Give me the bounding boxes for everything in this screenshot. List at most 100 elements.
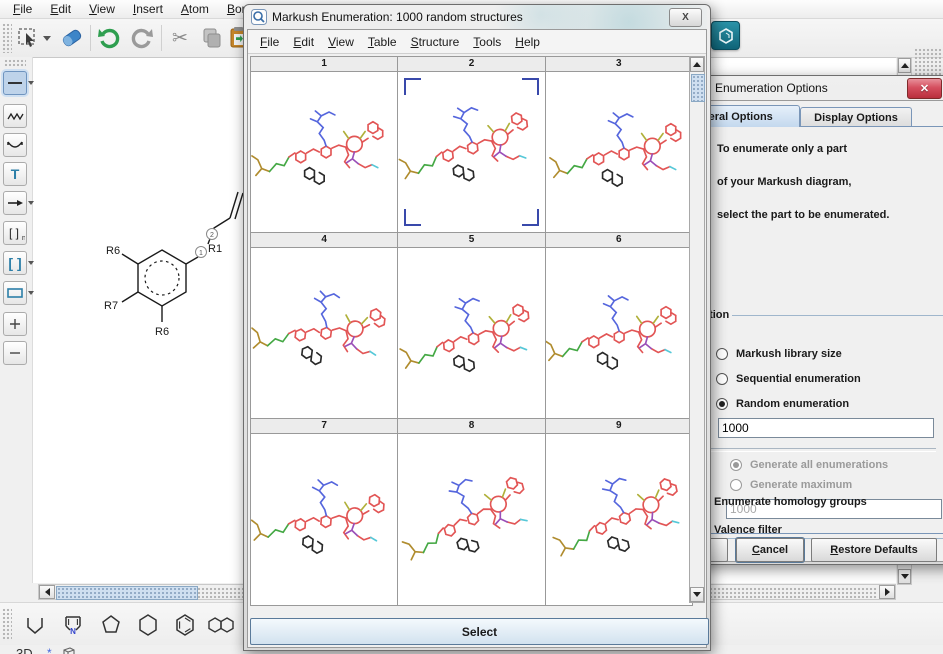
mk-menu-table[interactable]: Table <box>362 34 403 50</box>
cell-header-7[interactable]: 7 <box>251 419 398 433</box>
structure-panel-button[interactable] <box>711 21 740 50</box>
r-label[interactable]: R6 <box>155 326 169 338</box>
hscroll-right-button[interactable] <box>879 585 895 599</box>
brackets-tool-caret[interactable] <box>28 261 34 265</box>
rectangle-tool[interactable] <box>3 281 27 305</box>
mk-menu-structure[interactable]: Structure <box>405 34 466 50</box>
radio-sequential-enumeration[interactable]: Sequential enumeration <box>716 373 861 385</box>
select-button[interactable]: Select <box>250 618 709 645</box>
repeat-brackets-tool[interactable]: [ ]n <box>3 221 27 245</box>
vscroll-down-button[interactable] <box>898 569 911 584</box>
radio-icon[interactable] <box>716 373 728 385</box>
mk-menu-help[interactable]: Help <box>509 34 546 50</box>
mk-menu-view[interactable]: View <box>322 34 360 50</box>
cell-header-8[interactable]: 8 <box>398 419 545 433</box>
cell-header-6[interactable]: 6 <box>546 233 692 247</box>
r-label[interactable]: R7 <box>104 300 118 312</box>
menu-view[interactable]: View <box>82 1 122 17</box>
cell-header-1[interactable]: 1 <box>251 57 398 71</box>
radio-label: Generate all enumerations <box>750 459 888 471</box>
radio-icon[interactable] <box>716 348 728 360</box>
cell-header-4[interactable]: 4 <box>251 233 398 247</box>
r-label[interactable]: R1 <box>208 243 222 255</box>
grid-vscrollbar[interactable] <box>689 56 705 603</box>
checkbox-homology-groups[interactable]: Enumerate homology groups <box>693 495 867 508</box>
rectangle-tool-caret[interactable] <box>28 291 34 295</box>
single-bond-tool[interactable] <box>3 71 27 95</box>
count-input[interactable] <box>718 418 934 438</box>
mk-menu-tools[interactable]: Tools <box>467 34 507 50</box>
structure-cell-9[interactable] <box>546 434 692 605</box>
hint-line-1: To enumerate only a part <box>717 143 847 155</box>
structure-cell-3[interactable] <box>546 72 692 232</box>
r-label[interactable]: R6 <box>106 245 120 257</box>
template-cyclopentane[interactable] <box>94 607 128 642</box>
hscroll-thumb[interactable] <box>56 586 198 600</box>
tab-display-options[interactable]: Display Options <box>800 107 912 127</box>
cyclopentane-icon <box>98 612 124 638</box>
selection-tool-button[interactable] <box>14 24 54 52</box>
menu-edit[interactable]: Edit <box>43 1 78 17</box>
template-cyclopentadiene[interactable] <box>18 607 52 642</box>
toolbar-grip[interactable] <box>2 23 12 53</box>
cell-header-3[interactable]: 3 <box>546 57 692 71</box>
eraser-icon <box>60 27 84 49</box>
minus-charge-tool[interactable] <box>3 341 27 365</box>
grid-scroll-down[interactable] <box>690 587 704 602</box>
structure-cell-1[interactable] <box>251 72 398 232</box>
undo-button[interactable] <box>95 24 125 52</box>
template-cyclohexane[interactable] <box>131 607 165 642</box>
options-close-button[interactable]: ✕ <box>907 78 942 99</box>
mk-menu-edit[interactable]: Edit <box>287 34 320 50</box>
markush-dialog-titlebar[interactable]: Markush Enumeration: 1000 random structu… <box>247 5 707 29</box>
markush-close-button[interactable]: X <box>669 8 702 27</box>
arrow-tool[interactable] <box>3 191 27 215</box>
cell-header-9[interactable]: 9 <box>546 419 692 433</box>
vscroll-up-button[interactable] <box>898 58 911 73</box>
markush-menubar: File Edit View Table Structure Tools Hel… <box>248 30 706 54</box>
structure-cell-5[interactable] <box>398 248 545 418</box>
structure-cell-6[interactable] <box>546 248 692 418</box>
cancel-button[interactable]: Cancel <box>736 538 804 562</box>
template-benzene[interactable] <box>168 607 202 642</box>
structure-cell-2[interactable] <box>398 72 545 232</box>
structure-cell-4[interactable] <box>251 248 398 418</box>
arc-tool[interactable] <box>3 133 27 157</box>
brackets-tool[interactable]: [ ] <box>3 251 27 275</box>
template-pyrrole[interactable]: N <box>56 607 90 642</box>
radio-random-enumeration[interactable]: Random enumeration <box>716 398 849 410</box>
canvas-structure[interactable]: R6 R7 R6 R1 1 2 <box>90 170 260 360</box>
template-toolbar-grip[interactable] <box>2 608 12 641</box>
cell-header-2[interactable]: 2 <box>398 57 545 71</box>
structure-cell-8[interactable] <box>398 434 545 605</box>
grid-scroll-thumb[interactable] <box>691 74 705 102</box>
mk-menu-file[interactable]: File <box>254 34 285 50</box>
grid-scroll-up[interactable] <box>690 57 704 72</box>
cut-button[interactable]: ✂ <box>165 24 195 52</box>
radio-icon[interactable] <box>716 398 728 410</box>
menu-insert[interactable]: Insert <box>126 1 170 17</box>
menu-file[interactable]: File <box>6 1 39 17</box>
hscroll-left-button[interactable] <box>39 585 55 599</box>
toolbar-separator <box>90 25 91 51</box>
copy-button[interactable] <box>197 24 227 52</box>
single-bond-caret[interactable] <box>28 81 34 85</box>
eraser-button[interactable] <box>58 24 86 52</box>
text-tool[interactable]: T <box>3 162 27 186</box>
cell-header-5[interactable]: 5 <box>398 233 545 247</box>
plus-charge-tool[interactable] <box>3 312 27 336</box>
radio-markush-library-size[interactable]: Markush library size <box>716 348 842 360</box>
structure-cell-7[interactable] <box>251 434 398 605</box>
chain-tool[interactable] <box>3 104 27 128</box>
status-star: * <box>47 646 52 654</box>
arrow-tool-caret[interactable] <box>28 201 34 205</box>
side-toolbar-grip[interactable] <box>4 59 26 68</box>
restore-defaults-button[interactable]: Restore Defaults <box>811 538 937 562</box>
cube-icon[interactable] <box>60 646 76 654</box>
redo-button[interactable] <box>126 24 156 52</box>
template-naphthalene[interactable] <box>205 607 239 642</box>
select-button-label: Select <box>462 625 497 639</box>
selection-tool-caret[interactable] <box>43 36 51 41</box>
menu-atom[interactable]: Atom <box>174 1 216 17</box>
svg-text:[ ]: [ ] <box>9 226 19 240</box>
